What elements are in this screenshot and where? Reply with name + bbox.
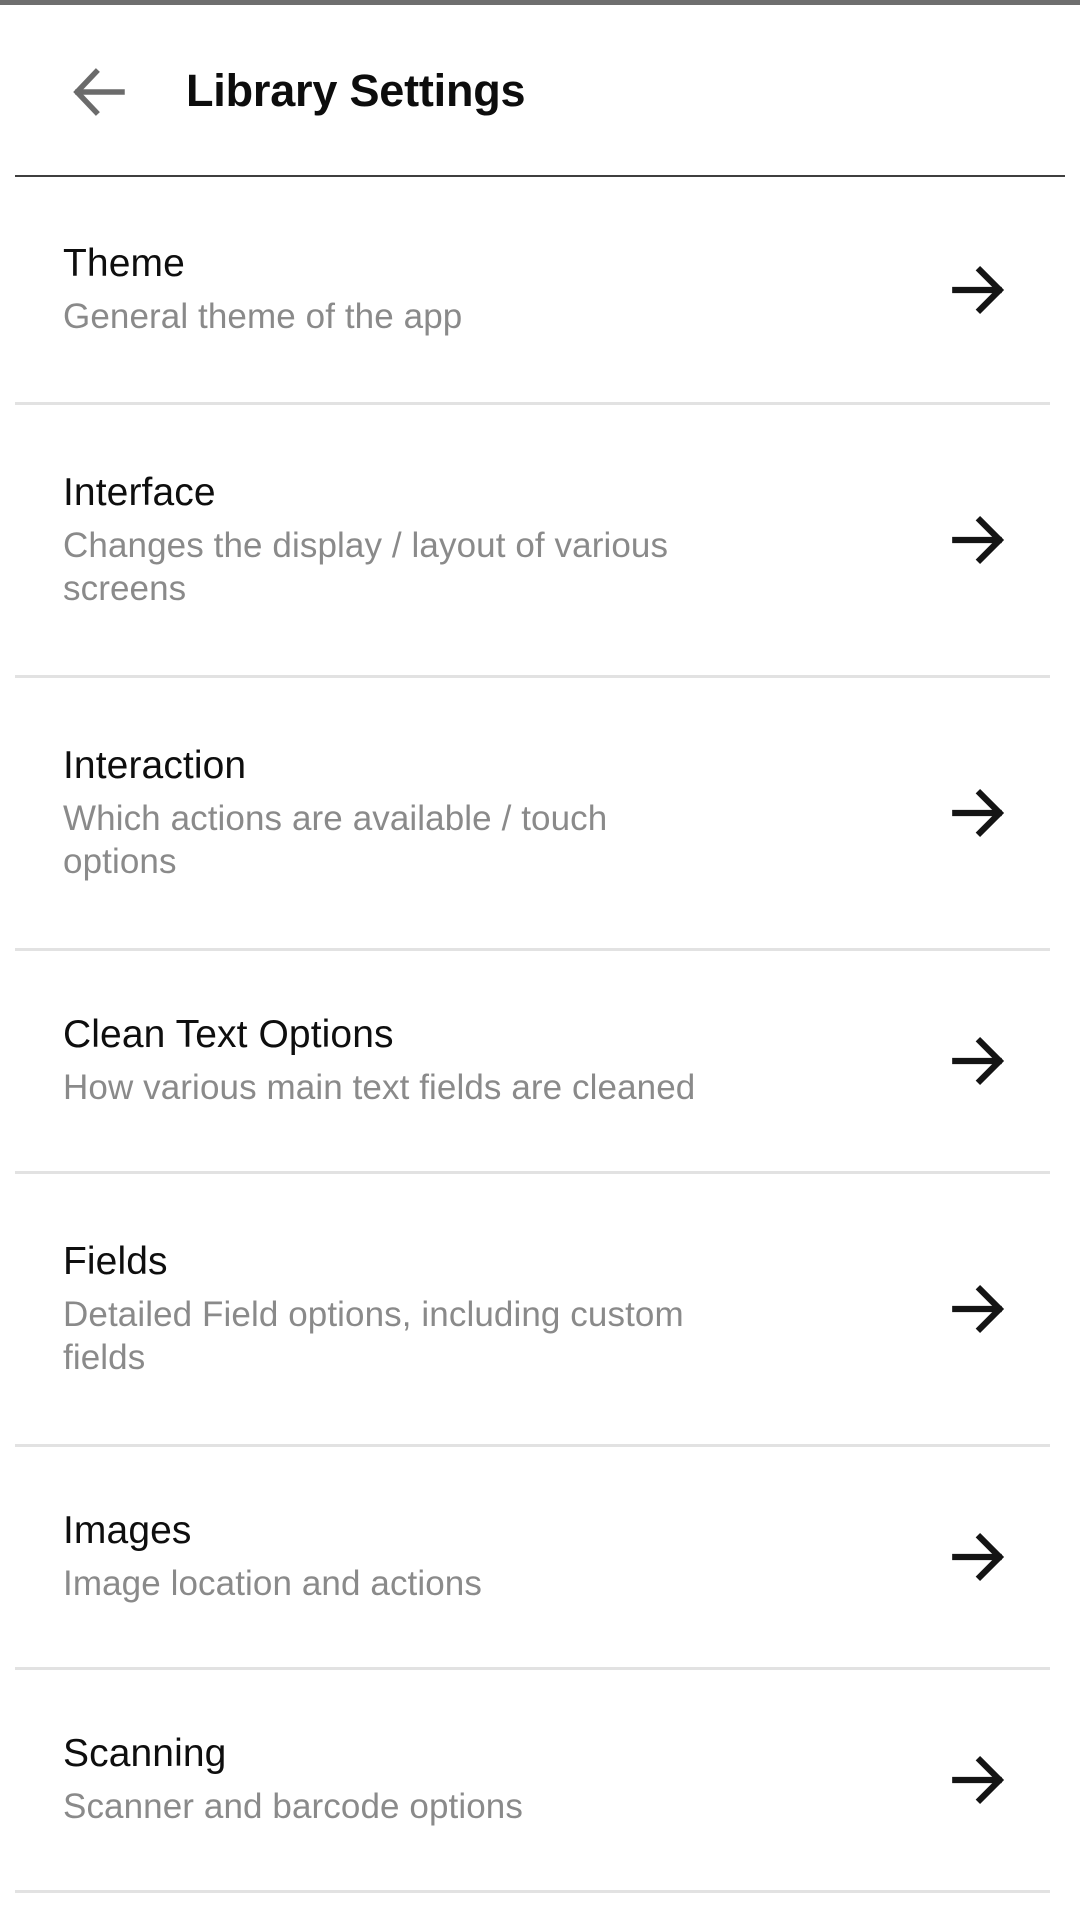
row-chevron-button[interactable] <box>936 498 1020 582</box>
row-chevron-button[interactable] <box>936 1738 1020 1822</box>
row-subtitle: Which actions are available / touch opti… <box>63 798 608 881</box>
list-item-wrapper: Interface Changes the display / layout o… <box>0 405 1080 678</box>
row-chevron-button[interactable] <box>936 1515 1020 1599</box>
list-item-wrapper: Interaction Which actions are available … <box>0 678 1080 951</box>
settings-row-interaction[interactable]: Interaction Which actions are available … <box>0 678 1080 948</box>
row-text-block: Scanning Scanner and barcode options <box>63 1731 916 1829</box>
row-title: Images <box>63 1509 192 1553</box>
list-item-wrapper: Images Image location and actions <box>0 1447 1080 1670</box>
row-title: Interface <box>63 470 216 514</box>
page-title: Library Settings <box>186 65 526 116</box>
row-text-block: Fields Detailed Field options, including… <box>63 1239 916 1379</box>
row-title: Interaction <box>63 743 247 787</box>
arrow-right-icon <box>952 265 1005 314</box>
settings-row-fields[interactable]: Fields Detailed Field options, including… <box>0 1174 1080 1444</box>
settings-row-interface[interactable]: Interface Changes the display / layout o… <box>0 405 1080 675</box>
row-subtitle: Detailed Field options, including custom… <box>63 1294 684 1377</box>
settings-row-theme[interactable]: Theme General theme of the app <box>0 177 1080 402</box>
list-item-wrapper: Fields Detailed Field options, including… <box>0 1174 1080 1447</box>
settings-row-images[interactable]: Images Image location and actions <box>0 1447 1080 1667</box>
arrow-right-icon <box>952 1036 1005 1086</box>
settings-screen: Library Settings Theme General theme of … <box>0 0 1080 1920</box>
arrow-right-icon <box>952 1284 1005 1334</box>
row-chevron-button[interactable] <box>936 248 1020 332</box>
settings-row-scanning[interactable]: Scanning Scanner and barcode options <box>0 1670 1080 1890</box>
row-subtitle: Scanner and barcode options <box>63 1787 523 1827</box>
row-text-block: Interaction Which actions are available … <box>63 743 916 883</box>
row-title: Fields <box>63 1239 168 1283</box>
row-subtitle: How various main text fields are cleaned <box>63 1068 696 1108</box>
row-subtitle: Image location and actions <box>63 1564 482 1604</box>
settings-list: Theme General theme of the app Interface… <box>0 177 1080 1920</box>
row-subtitle: General theme of the app <box>63 296 463 336</box>
back-button[interactable] <box>62 54 138 130</box>
row-chevron-button[interactable] <box>936 1019 1020 1103</box>
arrow-left-icon <box>73 68 125 116</box>
app-bar: Library Settings <box>0 5 1080 175</box>
row-title: Clean Text Options <box>63 1013 394 1057</box>
row-title: Theme <box>63 241 185 285</box>
arrow-right-icon <box>952 515 1005 565</box>
row-title: Scanning <box>63 1732 227 1776</box>
arrow-right-icon <box>952 788 1005 838</box>
row-divider <box>15 1890 1050 1893</box>
list-item-wrapper: Clean Text Options How various main text… <box>0 951 1080 1174</box>
list-item-wrapper: Scanning Scanner and barcode options <box>0 1670 1080 1893</box>
row-text-block: Theme General theme of the app <box>63 241 916 339</box>
list-item-wrapper: Theme General theme of the app <box>0 177 1080 405</box>
row-text-block: Interface Changes the display / layout o… <box>63 470 916 610</box>
row-chevron-button[interactable] <box>936 771 1020 855</box>
row-subtitle: Changes the display / layout of various … <box>63 525 669 608</box>
row-text-block: Clean Text Options How various main text… <box>63 1012 916 1110</box>
arrow-right-icon <box>952 1755 1005 1805</box>
row-chevron-button[interactable] <box>936 1267 1020 1351</box>
arrow-right-icon <box>952 1532 1005 1582</box>
row-text-block: Images Image location and actions <box>63 1508 916 1606</box>
settings-row-clean-text-options[interactable]: Clean Text Options How various main text… <box>0 951 1080 1171</box>
